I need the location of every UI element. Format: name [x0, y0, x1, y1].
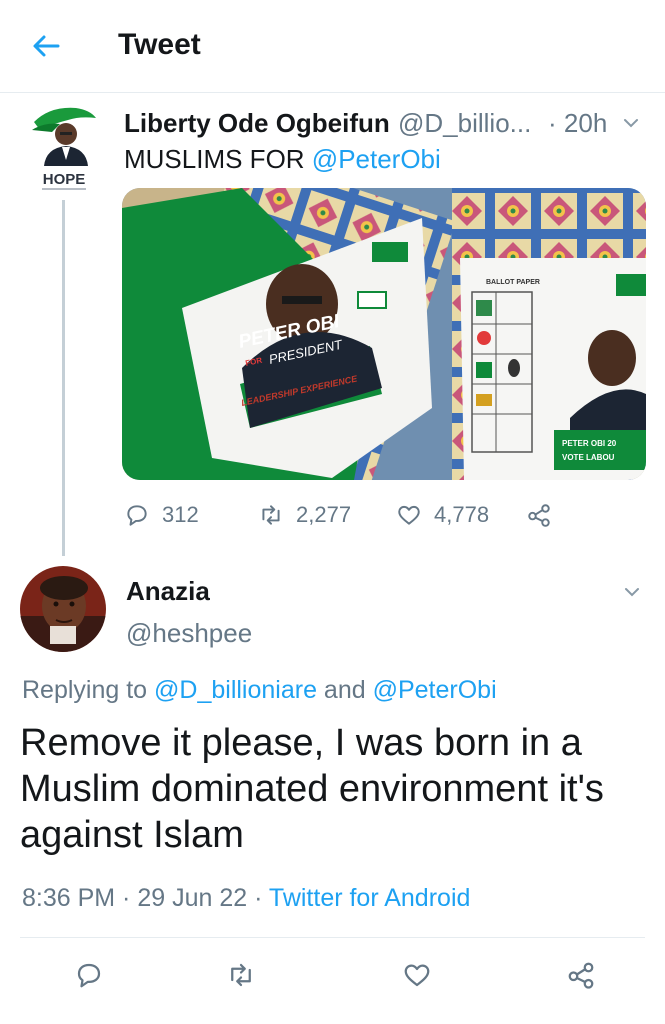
- like-icon: [398, 505, 420, 525]
- mention-link[interactable]: @PeterObi: [312, 144, 441, 174]
- divider: [20, 937, 645, 938]
- mention-link[interactable]: @PeterObi: [373, 676, 497, 704]
- reply-meta: 8:36 PM · 29 Jun 22 · Twitter for Androi…: [22, 884, 470, 913]
- reply-icon[interactable]: [74, 960, 104, 990]
- retweet-action[interactable]: 2,277: [258, 500, 351, 530]
- tweet-text-body: MUSLIMS FOR: [124, 144, 312, 174]
- tweet-time: · 20h: [548, 108, 607, 139]
- reply-author-avatar[interactable]: [20, 566, 106, 652]
- like-icon[interactable]: [402, 960, 432, 990]
- like-count: 4,778: [434, 502, 490, 527]
- author-avatar[interactable]: HOPE: [30, 104, 98, 194]
- thread-connector: [62, 200, 65, 556]
- tweet-source-link[interactable]: Twitter for Android: [269, 884, 470, 912]
- tweet-text: MUSLIMS FOR @PeterObi: [124, 144, 441, 175]
- like-action[interactable]: 4,778: [396, 500, 489, 530]
- replying-and: and: [316, 676, 373, 704]
- reply-icon: [127, 505, 147, 526]
- chevron-down-icon[interactable]: [622, 114, 640, 132]
- share-action[interactable]: [526, 500, 564, 530]
- reply-author-name[interactable]: Anazia: [126, 576, 210, 607]
- replying-to-label: Replying to: [22, 676, 155, 704]
- mention-link[interactable]: @D_billioniare: [154, 676, 317, 704]
- avatar-label: HOPE: [43, 171, 86, 188]
- media-right-footer-2: VOTE LABOU: [562, 453, 615, 462]
- replying-to-line: Replying to @D_billioniare and @PeterObi: [22, 676, 497, 705]
- chevron-down-icon[interactable]: [622, 582, 642, 602]
- reply-text: Remove it please, I was born in a Muslim…: [20, 722, 604, 856]
- reply-count: 312: [162, 502, 199, 527]
- reply-date: 29 Jun 22: [137, 884, 248, 912]
- reply-author-handle[interactable]: @heshpee: [126, 618, 252, 649]
- retweet-icon[interactable]: [226, 960, 256, 990]
- share-icon: [528, 504, 550, 527]
- retweet-icon: [262, 505, 280, 525]
- page-title: Tweet: [118, 28, 201, 61]
- app-header: Tweet: [0, 0, 665, 93]
- time-separator: ·: [548, 108, 557, 138]
- author-handle[interactable]: @D_billio...: [398, 108, 531, 139]
- tweet-time-value: 20h: [563, 108, 608, 138]
- tweet-photo[interactable]: PETER OBI FOR PRESIDENT LEADERSHIP EXPER…: [122, 188, 646, 480]
- media-right-footer-1: PETER OBI 20: [562, 439, 617, 448]
- reply-time: 8:36 PM: [22, 884, 116, 912]
- reply-action[interactable]: 312: [124, 500, 199, 530]
- arrow-left-icon[interactable]: [30, 30, 62, 62]
- meta-separator: ·: [115, 884, 138, 912]
- retweet-count: 2,277: [296, 502, 352, 527]
- share-icon[interactable]: [566, 960, 596, 990]
- meta-separator: ·: [247, 884, 269, 912]
- media-right-heading: BALLOT PAPER: [486, 279, 540, 286]
- author-name[interactable]: Liberty Ode Ogbeifun: [124, 108, 390, 139]
